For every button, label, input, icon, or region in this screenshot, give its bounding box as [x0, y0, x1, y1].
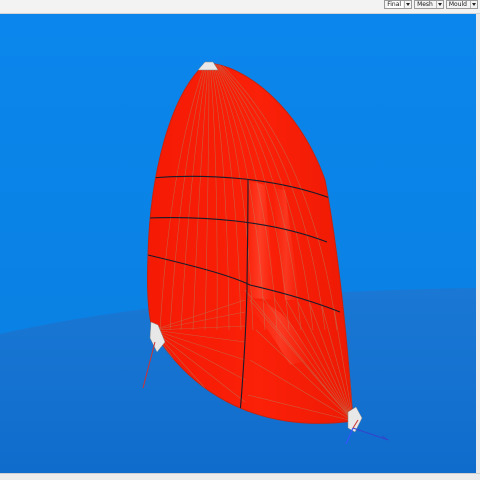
vertical-scrollbar[interactable] [476, 14, 480, 473]
mode-mesh-label: Mesh [417, 1, 433, 8]
view-mode-toolbar: Final Mesh Mould [384, 0, 478, 9]
mode-mould-label: Mould [448, 1, 467, 8]
chevron-down-icon[interactable] [435, 1, 442, 8]
chevron-down-icon[interactable] [470, 1, 476, 8]
mode-mesh-dropdown[interactable]: Mesh [414, 0, 444, 9]
3d-viewport[interactable] [0, 14, 476, 473]
mode-final-dropdown[interactable]: Final [384, 0, 413, 9]
chevron-down-icon[interactable] [404, 1, 411, 8]
mode-final-label: Final [387, 1, 404, 8]
mode-mould-dropdown[interactable]: Mould [445, 0, 478, 9]
status-bar [0, 473, 480, 480]
sail-scene[interactable] [0, 14, 476, 473]
